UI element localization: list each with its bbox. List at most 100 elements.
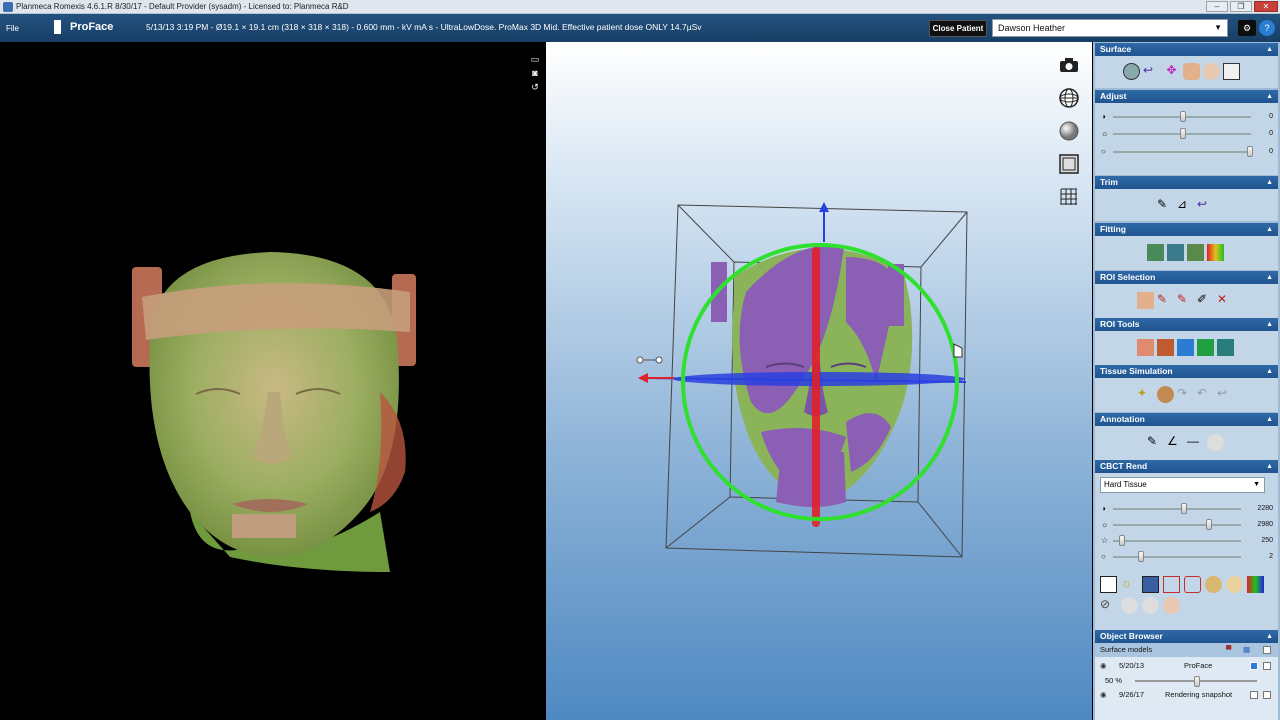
patient-select[interactable]: Dawson Heather ▼ [992,19,1228,37]
grid-icon[interactable] [1058,186,1080,208]
manual-fit-icon[interactable] [1167,244,1184,261]
eraser-icon[interactable]: ✐ [1197,292,1214,309]
head-simulation-icon[interactable] [1157,386,1174,403]
skull-face-icon[interactable] [1163,597,1180,614]
angle-icon[interactable]: ∠ [1167,434,1184,451]
roi-calc-icon[interactable] [1137,339,1154,356]
slider-thumb[interactable] [1180,111,1186,122]
skull-front-icon[interactable] [1121,597,1138,614]
roi-add-green-icon[interactable] [1197,339,1214,356]
render-preset-select[interactable]: Hard Tissue ▼ [1100,477,1265,493]
no-render-icon[interactable]: ⊘ [1100,597,1117,614]
object-checkbox[interactable] [1263,691,1271,699]
cut-plane-icon[interactable]: ⊿ [1177,197,1194,214]
magic-wand-icon[interactable]: ✦ [1137,386,1154,403]
undo-disabled-icon[interactable]: ↶ [1197,386,1214,403]
settings-icon[interactable]: ⚙ [1238,20,1256,36]
surface-header[interactable]: Surface ▲ [1095,43,1278,56]
slider-thumb[interactable] [1119,535,1126,546]
slider-thumb[interactable] [1194,676,1200,687]
cbct-rend-header[interactable]: CBCT Rend ▲ [1095,460,1278,473]
face-icon[interactable] [1203,63,1220,80]
level-slider[interactable]: ☼ 2980 [1101,519,1273,531]
threshold-slider[interactable]: ☆ 250 [1101,535,1273,547]
move-icon[interactable]: ✥ [1163,63,1180,80]
slider-thumb[interactable] [1206,519,1212,530]
fitting-header[interactable]: Fitting ▲ [1095,223,1278,236]
file-menu[interactable]: File [6,24,19,33]
light-icon[interactable]: ☼ [1121,576,1138,593]
skull-icon[interactable] [1223,63,1240,80]
slice-icon[interactable] [1142,576,1159,593]
skull-side-icon[interactable] [1142,597,1159,614]
skull-bone-icon[interactable] [1205,576,1222,593]
object-checkbox[interactable] [1263,662,1271,670]
slider-thumb[interactable] [1180,128,1186,139]
pen-icon[interactable]: ✎ [1147,434,1164,451]
minimize-button[interactable]: – [1206,1,1228,12]
grid-view-icon[interactable]: ▦ [1243,643,1250,657]
auto-fit-icon[interactable] [1147,244,1164,261]
skull-soft-icon[interactable] [1226,576,1243,593]
face-select-icon[interactable] [1137,292,1154,309]
roi-remove-icon[interactable] [1157,339,1174,356]
delete-icon[interactable]: ▀ [1226,643,1231,657]
group-checkbox[interactable] [1263,646,1271,654]
brush-icon[interactable]: ✎ [1177,292,1194,309]
camera-icon[interactable] [1058,54,1080,76]
lasso-icon[interactable]: ✎ [1157,292,1174,309]
color-swatch[interactable] [1250,662,1258,670]
skull-annotation-icon[interactable] [1207,434,1224,451]
roi-add-icon[interactable] [1177,339,1194,356]
object-row-proface[interactable]: ◉ 5/20/13 ProFace 50 % [1095,659,1278,687]
camera-icon[interactable]: ◙ [530,68,540,78]
object-visible-checkbox[interactable] [1250,691,1258,699]
close-patient-button[interactable]: Close Patient [929,20,987,37]
hand-icon[interactable] [1183,63,1200,80]
rotate-icon[interactable]: ↺ [530,82,540,92]
surface-models-group[interactable]: Surface models ▀ ▦ [1095,643,1278,657]
clip-box-icon[interactable] [1184,576,1201,593]
undo-icon[interactable]: ↩ [1197,197,1214,214]
slider-thumb[interactable] [1247,146,1253,157]
opacity-slider[interactable]: ○ 0 [1101,146,1273,158]
object-browser-header[interactable]: Object Browser ▲ [1095,630,1278,643]
window-slider[interactable]: ◑ 2280 [1101,503,1273,515]
roi-selection-header[interactable]: ROI Selection ▲ [1095,271,1278,284]
slider-thumb[interactable] [1137,551,1144,562]
object-row-snapshot[interactable]: ◉ 9/26/17 Rendering snapshot [1095,689,1278,703]
wireframe-sphere-icon[interactable] [1058,87,1080,109]
reset-disabled-icon[interactable]: ↩ [1217,386,1234,403]
clear-selection-icon[interactable]: ✕ [1217,292,1234,309]
solid-sphere-icon[interactable] [1058,120,1080,142]
close-window-button[interactable]: ✕ [1254,1,1278,12]
redo-disabled-icon[interactable]: ↷ [1177,386,1194,403]
roi-delete-icon[interactable] [1217,339,1234,356]
roi-tools-header[interactable]: ROI Tools ▲ [1095,318,1278,331]
landscape-icon[interactable] [1100,576,1117,593]
eye-icon[interactable]: ◉ [1100,661,1107,670]
clip-plane-icon[interactable] [1163,576,1180,593]
eye-icon[interactable]: ◉ [1100,690,1107,699]
bounding-box-icon[interactable] [1058,153,1080,175]
color-map-icon[interactable] [1247,576,1264,593]
adjust-header[interactable]: Adjust ▲ [1095,90,1278,103]
maximize-view-icon[interactable]: ▭ [530,54,540,64]
heatmap-icon[interactable] [1207,244,1224,261]
point-fit-icon[interactable] [1187,244,1204,261]
brightness-slider[interactable]: ☼ 0 [1101,128,1273,140]
object-opacity-slider[interactable] [1135,676,1257,687]
eraser-icon[interactable]: ✎ [1157,197,1174,214]
slider-thumb[interactable] [1181,503,1188,514]
restore-button[interactable]: ❐ [1230,1,1252,12]
contrast-slider[interactable]: ◑ 0 [1101,111,1273,123]
measure-line-icon[interactable]: — [1187,434,1204,451]
tissue-simulation-header[interactable]: Tissue Simulation ▲ [1095,365,1278,378]
help-icon[interactable]: ? [1259,20,1275,36]
quality-slider[interactable]: ○ 2 [1101,551,1273,563]
left-3d-view[interactable]: ▭ ◙ ↺ [0,42,546,720]
navigate-icon[interactable] [1123,63,1140,80]
annotation-header[interactable]: Annotation ▲ [1095,413,1278,426]
trim-header[interactable]: Trim ▲ [1095,176,1278,189]
right-3d-view[interactable] [546,42,1092,720]
